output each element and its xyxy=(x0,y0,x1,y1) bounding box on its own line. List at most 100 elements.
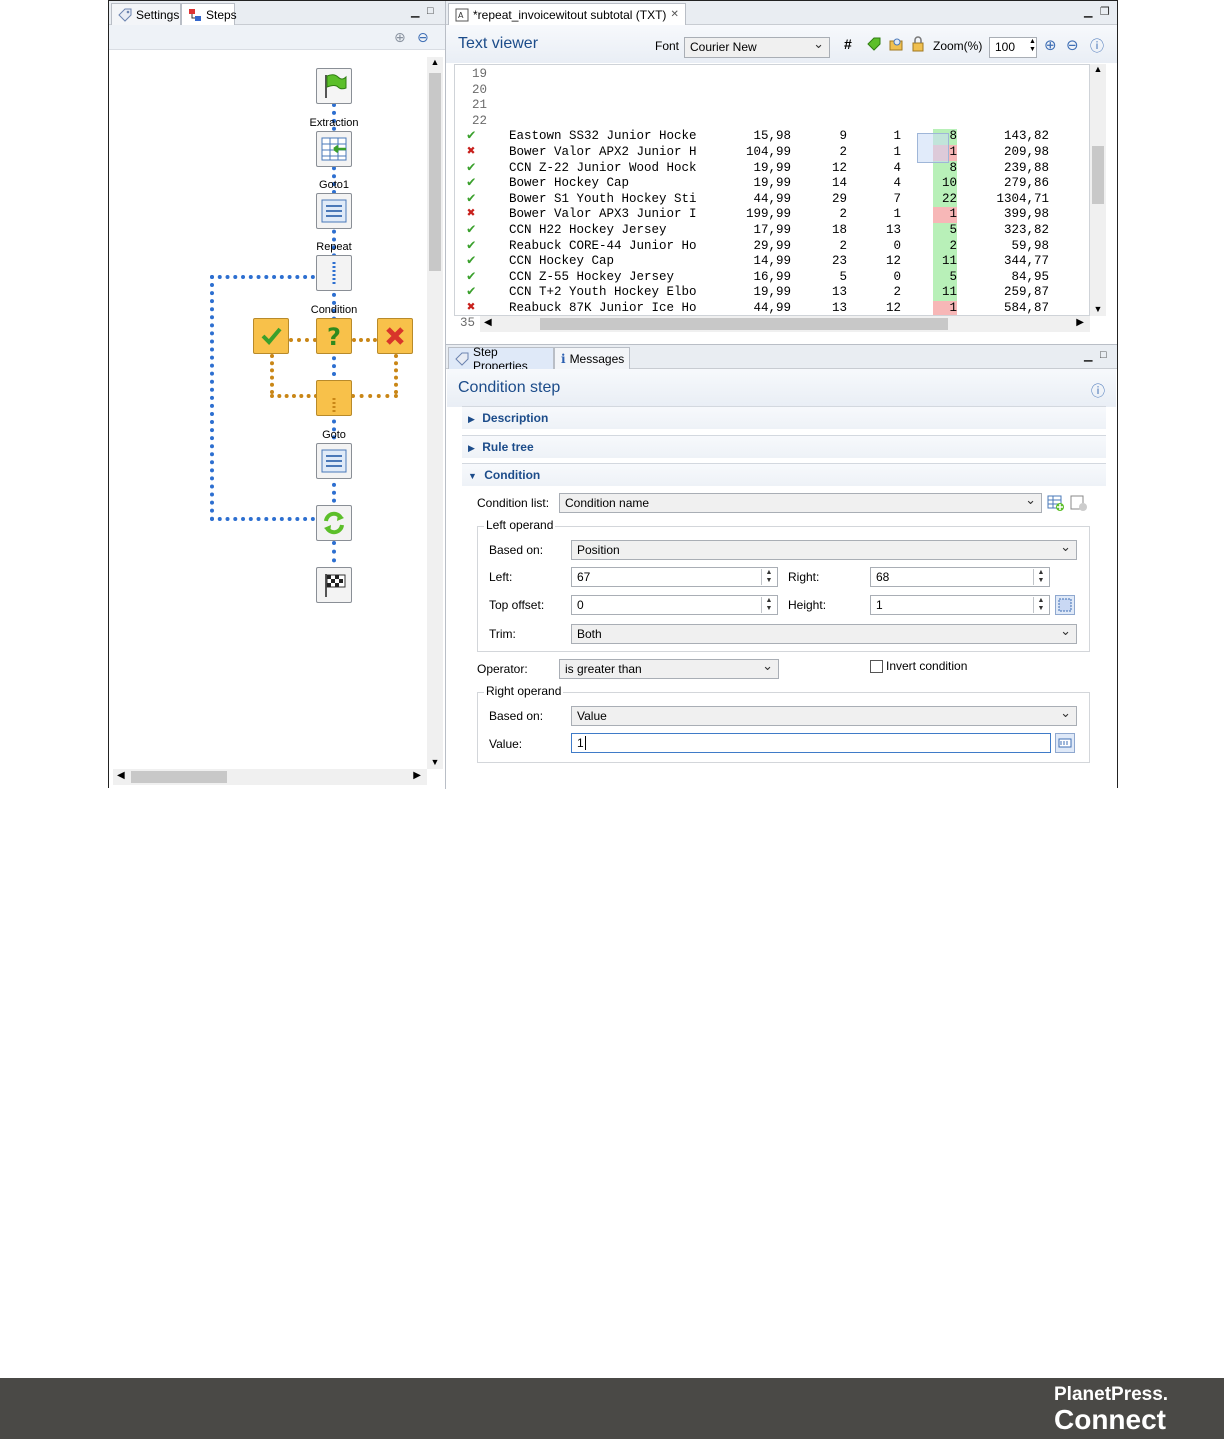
restore-icon[interactable]: ❐ xyxy=(1100,5,1110,18)
goto-label: Goto xyxy=(322,429,346,441)
left-position-input[interactable]: 67 ▲ ▼ xyxy=(571,567,778,587)
question-icon: ? xyxy=(327,323,341,350)
zoom-in-icon[interactable]: ⊕ xyxy=(394,29,406,46)
properties-tabbar: Step Properties i Messages ▁ □ xyxy=(446,345,1117,373)
top-offset-input[interactable]: 0 ▲ ▼ xyxy=(571,595,778,615)
tab-messages[interactable]: i Messages xyxy=(554,347,630,369)
rule-tree-section[interactable]: ▶ Rule tree xyxy=(462,435,1106,458)
line-number: 22 xyxy=(471,113,487,128)
remove-condition-icon[interactable] xyxy=(1070,494,1088,515)
condition-list-select[interactable]: Condition name xyxy=(559,491,1042,513)
description-section[interactable]: ▶ Description xyxy=(462,406,1106,429)
goto1-node[interactable] xyxy=(316,193,352,229)
text-row: ✔ Bower Hockey Cap 19,99 14 4 279,86 10 xyxy=(455,176,1089,192)
zoom-out-icon[interactable]: ⊖ xyxy=(417,29,429,46)
tag-green-icon[interactable] xyxy=(866,36,882,55)
selected-column-cell: 11 xyxy=(933,254,957,270)
line-numbers-icon[interactable]: # xyxy=(844,36,852,52)
text-row: ✖ Bower Valor APX3 Junior I 199,99 2 1 399,98… xyxy=(455,207,1089,223)
scroll-thumb[interactable] xyxy=(1092,146,1104,204)
false-branch-node[interactable] xyxy=(377,318,413,354)
operator-select[interactable]: is greater than xyxy=(559,657,779,679)
height-input[interactable]: 1 ▲ ▼ xyxy=(870,595,1050,615)
maximize-icon[interactable]: □ xyxy=(427,5,434,17)
row-price: 16,99 xyxy=(753,269,791,284)
based-on-label: Based on: xyxy=(489,709,544,723)
minimize-icon[interactable]: ▁ xyxy=(1084,5,1092,18)
goto-node[interactable] xyxy=(316,443,352,479)
line-number: 19 xyxy=(471,67,487,81)
invert-condition-checkbox[interactable] xyxy=(870,660,883,673)
steps-horizontal-scrollbar[interactable]: ◀ ▶ xyxy=(113,769,427,785)
lookup-icon[interactable] xyxy=(888,36,904,55)
tab-data-file-label: *repeat_invoicewitout subtotal (TXT) xyxy=(473,7,667,22)
extraction-node[interactable] xyxy=(316,131,352,167)
left-position-stepper[interactable]: ▲ ▼ xyxy=(761,569,776,585)
top-offset-stepper[interactable]: ▲ ▼ xyxy=(761,597,776,613)
scroll-left-icon[interactable]: ◀ xyxy=(484,317,492,328)
help-icon[interactable]: ⓘ xyxy=(1091,381,1105,401)
tab-steps[interactable]: Steps xyxy=(181,3,237,25)
right-position-input[interactable]: 68 ▲ ▼ xyxy=(870,567,1050,587)
scroll-thumb[interactable] xyxy=(429,73,441,271)
maximize-icon[interactable]: □ xyxy=(1100,349,1107,361)
left-label: Left: xyxy=(489,570,513,584)
condition-node[interactable]: ? xyxy=(316,318,352,354)
lock-icon[interactable] xyxy=(910,36,926,55)
zoom-stepper[interactable]: ▲ ▼ xyxy=(1029,38,1036,54)
scroll-right-icon[interactable]: ▶ xyxy=(1076,317,1084,328)
row-desc: CCN Z-55 Hockey Jersey xyxy=(509,269,675,284)
info-icon: i xyxy=(561,351,566,366)
repeat-node[interactable] xyxy=(316,255,352,291)
close-icon[interactable]: ✕ xyxy=(670,9,678,20)
finish-node[interactable] xyxy=(316,567,352,603)
checkmark-icon: ✔ xyxy=(467,284,476,301)
editor-tabbar: A *repeat_invoicewitout subtotal (TXT) ✕… xyxy=(446,1,1117,25)
goto-icon xyxy=(321,449,347,473)
scroll-up-icon[interactable]: ▲ xyxy=(1090,64,1106,74)
scroll-thumb[interactable] xyxy=(131,771,227,783)
help-icon[interactable]: ⓘ xyxy=(1090,36,1104,56)
zoom-in-icon[interactable]: ⊕ xyxy=(1044,36,1057,54)
scroll-left-icon[interactable]: ◀ xyxy=(117,770,125,781)
viewer-vertical-scrollbar[interactable]: ▲ ▼ xyxy=(1090,64,1106,316)
true-branch-node[interactable] xyxy=(253,318,289,354)
row-back: 13 xyxy=(885,223,901,237)
tab-settings[interactable]: Settings xyxy=(111,3,181,25)
trim-select[interactable]: Both xyxy=(571,622,1077,644)
scroll-thumb[interactable] xyxy=(540,318,948,330)
branch-connector xyxy=(352,338,377,342)
line-number: 21 xyxy=(471,98,487,113)
x-mark-icon: ✖ xyxy=(467,144,476,160)
loop-end-node[interactable] xyxy=(316,505,352,541)
value-picker-button[interactable] xyxy=(1055,733,1075,753)
scroll-up-icon[interactable]: ▲ xyxy=(427,57,443,67)
zoom-out-icon[interactable]: ⊖ xyxy=(1066,36,1079,54)
minimize-icon[interactable]: ▁ xyxy=(1084,349,1092,362)
viewer-horizontal-scrollbar[interactable]: ◀ ▶ xyxy=(480,316,1090,332)
scroll-down-icon[interactable]: ▼ xyxy=(1090,304,1106,314)
condition-end-node[interactable] xyxy=(316,380,352,416)
tab-data-file[interactable]: A *repeat_invoicewitout subtotal (TXT) ✕ xyxy=(448,3,686,25)
row-price: 17,99 xyxy=(753,223,791,237)
start-node[interactable] xyxy=(316,68,352,104)
tab-settings-label: Settings xyxy=(136,7,180,22)
zoom-label: Zoom(%) xyxy=(933,39,983,53)
text-viewer-area[interactable]: 19 20 21 22 ✔ Eastown SS32 Junior Hocke 15,98 9… xyxy=(454,64,1090,316)
left-based-on-select[interactable]: Position xyxy=(571,538,1077,560)
height-stepper[interactable]: ▲ ▼ xyxy=(1033,597,1048,613)
scroll-down-icon[interactable]: ▼ xyxy=(427,757,443,767)
right-position-stepper[interactable]: ▲ ▼ xyxy=(1033,569,1048,585)
row-total: 143,82 xyxy=(1003,129,1049,144)
tab-step-properties[interactable]: Step Properties xyxy=(448,345,554,373)
select-area-button[interactable] xyxy=(1055,595,1075,615)
add-condition-icon[interactable] xyxy=(1047,494,1065,515)
value-input[interactable]: 1 xyxy=(571,733,1051,753)
scroll-right-icon[interactable]: ▶ xyxy=(413,770,421,781)
condition-section[interactable]: ▼ Condition xyxy=(462,463,1106,486)
steps-vertical-scrollbar[interactable]: ▲ ▼ xyxy=(427,57,443,769)
font-select[interactable]: Courier New xyxy=(684,35,830,58)
minimize-icon[interactable]: ▁ xyxy=(411,5,419,18)
selection-pointer-icon xyxy=(917,133,949,163)
right-based-on-select[interactable]: Value xyxy=(571,704,1077,726)
